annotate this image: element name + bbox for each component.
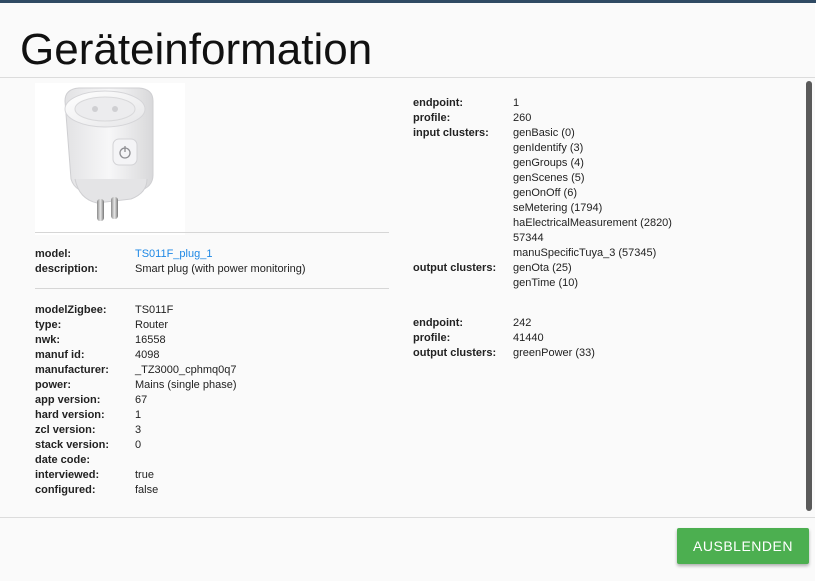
- footer-divider: [0, 517, 815, 518]
- dialog-title: Geräteinformation: [20, 25, 373, 74]
- output-clusters-label: output clusters:: [413, 262, 497, 274]
- detail-value: TS011F: [135, 304, 174, 316]
- detail-value: _TZ3000_cphmq0q7: [135, 364, 237, 376]
- cluster-item: 57344: [513, 232, 544, 244]
- cluster-item: genTime (10): [513, 277, 579, 289]
- profile-value: 260: [513, 112, 532, 124]
- detail-label: nwk:: [35, 334, 61, 346]
- detail-label: configured:: [35, 484, 96, 496]
- cluster-item: genOta (25): [513, 262, 572, 274]
- detail-label: hard version:: [35, 409, 105, 421]
- endpoint-label: endpoint:: [413, 317, 464, 329]
- cluster-item: genGroups (4): [513, 157, 584, 169]
- detail-value: 3: [135, 424, 142, 436]
- section-divider-2: [35, 288, 389, 289]
- detail-label: power:: [35, 379, 72, 391]
- model-link[interactable]: TS011F_plug_1: [135, 247, 212, 262]
- input-clusters-label: input clusters:: [413, 127, 489, 139]
- detail-value: 1: [135, 409, 142, 421]
- detail-value: true: [135, 469, 154, 481]
- endpoint-label: endpoint:: [413, 97, 464, 109]
- endpoint-value: 1: [513, 97, 520, 109]
- detail-label: modelZigbee:: [35, 304, 107, 316]
- cluster-item: greenPower (33): [513, 347, 595, 359]
- description-label: description:: [35, 263, 98, 275]
- cluster-item: haElectricalMeasurement (2820): [513, 217, 672, 229]
- detail-value: false: [135, 484, 159, 496]
- device-image: [35, 83, 185, 235]
- cluster-item: genBasic (0): [513, 127, 575, 139]
- hide-button[interactable]: AUSBLENDEN: [677, 528, 809, 564]
- detail-label: zcl version:: [35, 424, 96, 436]
- endpoint-value: 242: [513, 317, 532, 329]
- detail-label: app version:: [35, 394, 101, 406]
- profile-label: profile:: [413, 112, 451, 124]
- detail-value: Router: [135, 319, 169, 331]
- detail-label: manufacturer:: [35, 364, 109, 376]
- detail-label: type:: [35, 319, 62, 331]
- detail-value: 16558: [135, 334, 166, 346]
- profile-label: profile:: [413, 332, 451, 344]
- title-divider: [0, 77, 815, 78]
- cluster-item: seMetering (1794): [513, 202, 603, 214]
- detail-value: Mains (single phase): [135, 379, 237, 391]
- profile-value: 41440: [513, 332, 544, 344]
- section-divider-1: [35, 232, 389, 233]
- model-label: model:: [35, 248, 72, 260]
- detail-value: 67: [135, 394, 148, 406]
- cluster-item: genIdentify (3): [513, 142, 584, 154]
- detail-label: manuf id:: [35, 349, 85, 361]
- cluster-item: genScenes (5): [513, 172, 585, 184]
- detail-value: 4098: [135, 349, 160, 361]
- detail-label: stack version:: [35, 439, 109, 451]
- detail-label: date code:: [35, 454, 91, 466]
- cluster-item: genOnOff (6): [513, 187, 577, 199]
- description-value: Smart plug (with power monitoring): [135, 263, 306, 275]
- scrollbar-thumb[interactable]: [806, 81, 812, 511]
- device-info-dialog: Geräteinformation model: TS011F_plug_1 d…: [0, 3, 815, 581]
- detail-value: 0: [135, 439, 142, 451]
- output-clusters-label: output clusters:: [413, 347, 497, 359]
- cluster-item: manuSpecificTuya_3 (57345): [513, 247, 657, 259]
- detail-label: interviewed:: [35, 469, 100, 481]
